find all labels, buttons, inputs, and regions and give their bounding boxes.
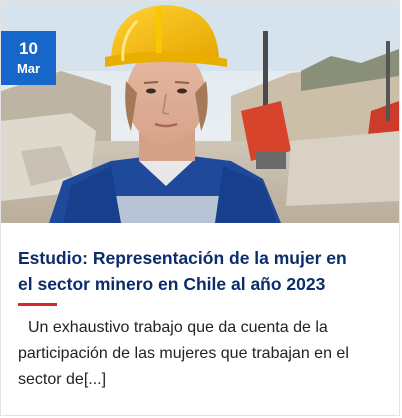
news-card: 10 Mar Estudio: Representación de la muj…	[0, 0, 400, 416]
woman-miner-image	[1, 1, 399, 223]
news-photo[interactable]	[1, 1, 399, 223]
excerpt-text: Un exhaustivo trabajo que da cuenta de l…	[18, 319, 349, 388]
title-divider	[18, 303, 57, 306]
date-badge: 10 Mar	[1, 31, 56, 85]
date-day: 10	[19, 38, 38, 58]
date-month: Mar	[16, 60, 41, 76]
post-excerpt: Un exhaustivo trabajo que da cuenta de l…	[18, 315, 378, 393]
post-title-link[interactable]: Estudio: Representación de la mujer en e…	[18, 245, 363, 297]
